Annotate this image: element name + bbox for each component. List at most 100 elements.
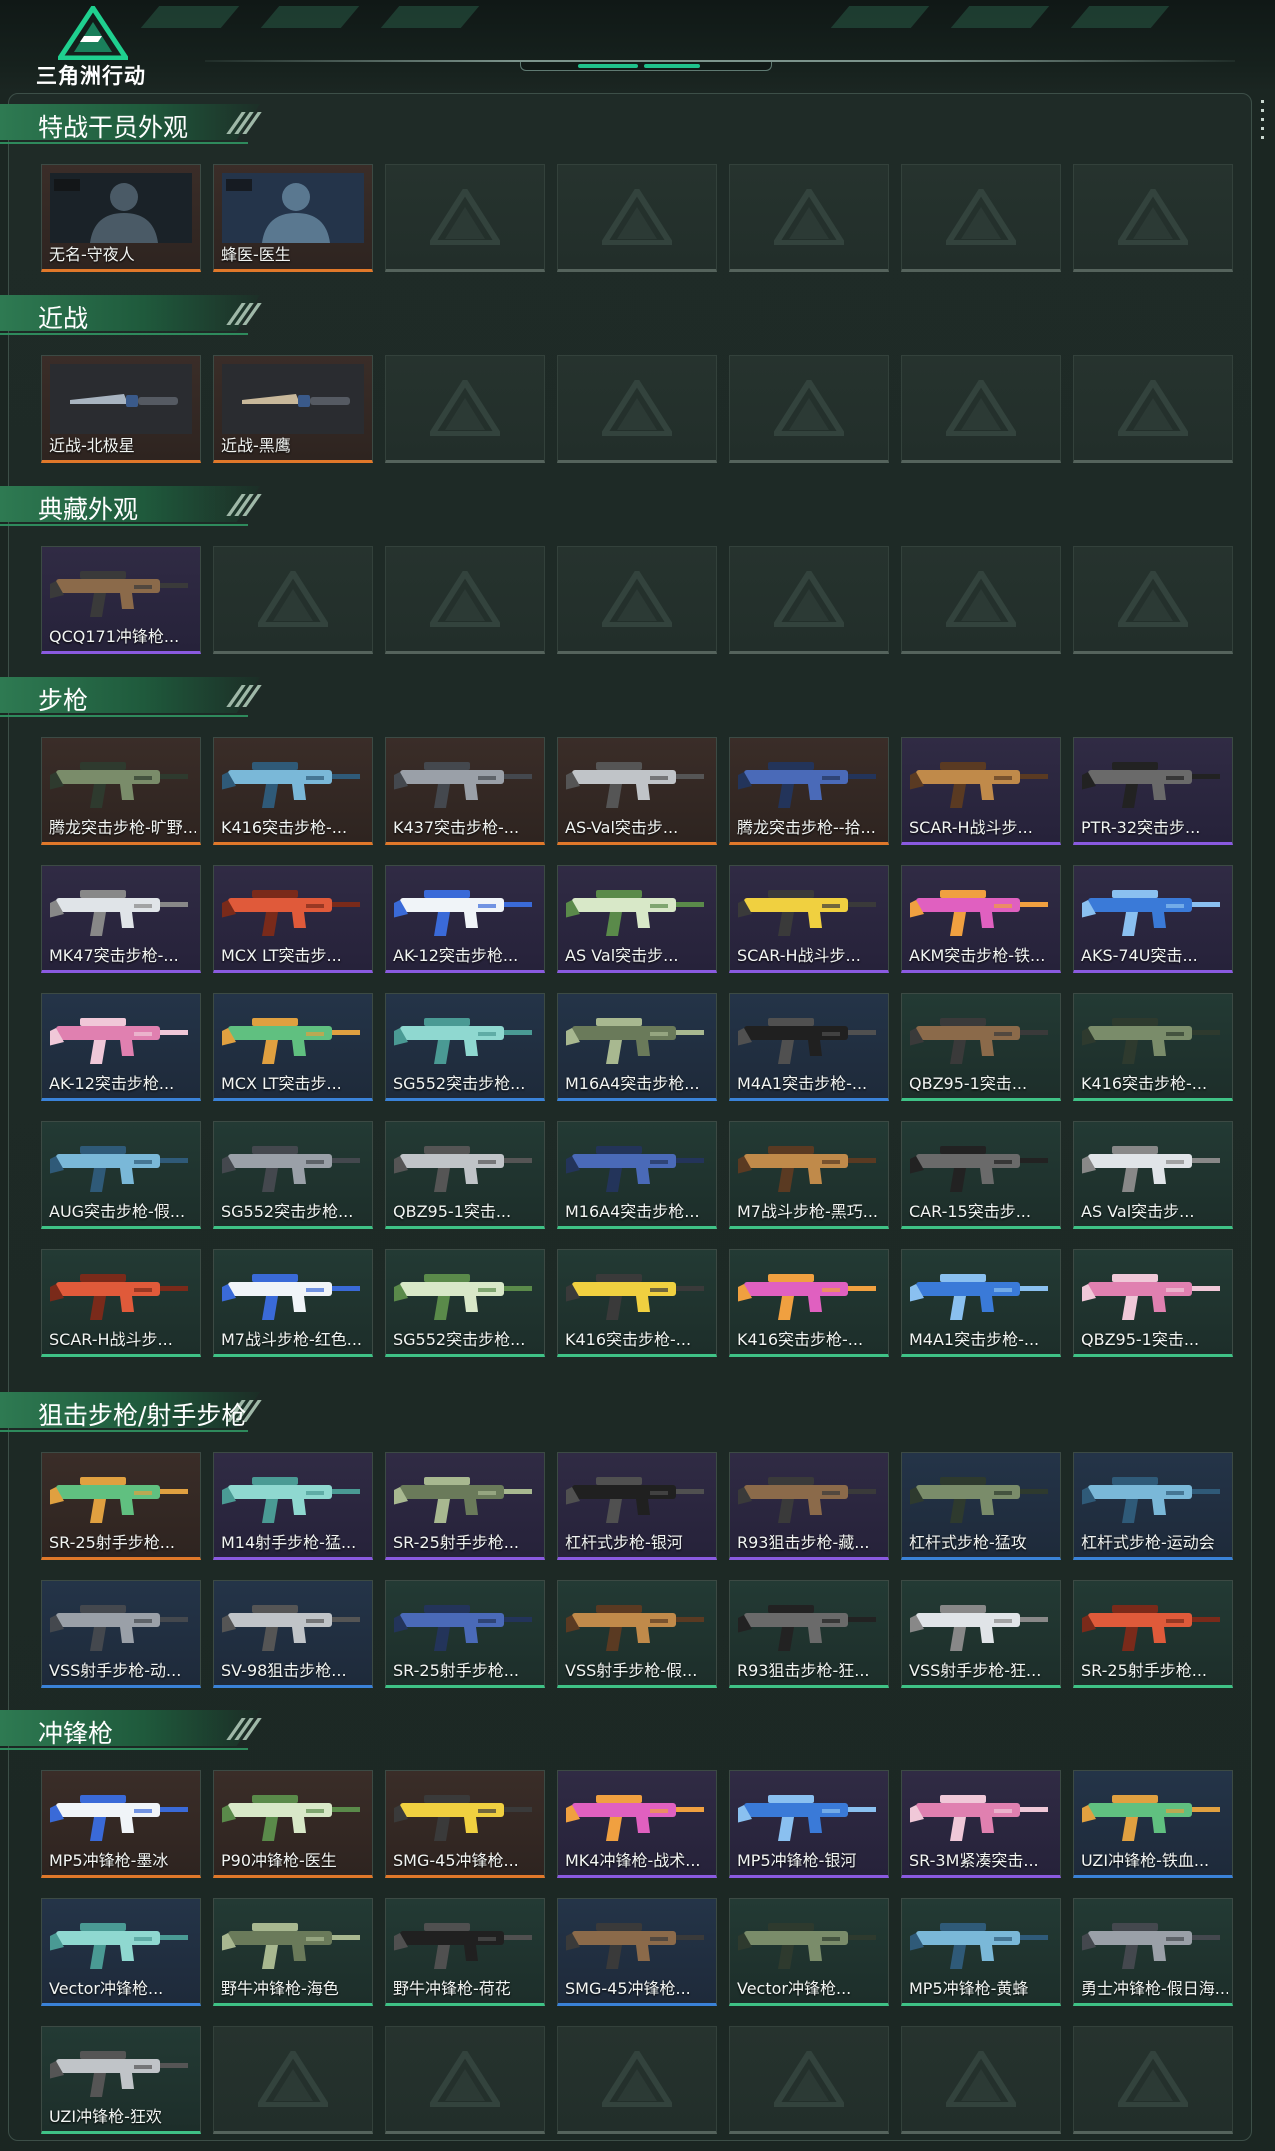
item-card[interactable]: K416突击步枪-... bbox=[1073, 993, 1233, 1101]
section-title: 近战 bbox=[38, 304, 89, 333]
item-card[interactable]: Vector冲锋枪... bbox=[41, 1898, 201, 2006]
item-card[interactable]: M7战斗步枪-黑巧... bbox=[729, 1121, 889, 1229]
weapon-skin-icon bbox=[394, 1146, 532, 1192]
item-card[interactable]: M16A4突击步枪... bbox=[557, 1121, 717, 1229]
item-card[interactable]: MCX LT突击步... bbox=[213, 993, 373, 1101]
item-card[interactable]: SR-3M紧凑突击... bbox=[901, 1770, 1061, 1878]
item-card[interactable]: SG552突击步枪... bbox=[385, 993, 545, 1101]
item-card[interactable]: SG552突击步枪... bbox=[385, 1249, 545, 1357]
item-card[interactable]: QCQ171冲锋枪... bbox=[41, 546, 201, 654]
weapon-skin-icon bbox=[738, 890, 876, 936]
item-card[interactable]: QBZ95-1突击... bbox=[901, 993, 1061, 1101]
section-header: 冲锋枪 bbox=[0, 1710, 280, 1752]
weapon-skin-icon bbox=[222, 1146, 360, 1192]
item-card[interactable]: 近战-北极星 bbox=[41, 355, 201, 463]
item-card[interactable]: P90冲锋枪-医生 bbox=[213, 1770, 373, 1878]
item-card[interactable]: AK-12突击步枪... bbox=[41, 993, 201, 1101]
item-card[interactable]: SCAR-H战斗步... bbox=[901, 737, 1061, 845]
item-card[interactable]: SR-25射手步枪... bbox=[1073, 1580, 1233, 1688]
item-card[interactable]: M4A1突击步枪-... bbox=[901, 1249, 1061, 1357]
empty-slot-logo-icon bbox=[430, 380, 500, 436]
empty-slot-logo-icon bbox=[602, 189, 672, 245]
item-card[interactable]: 野牛冲锋枪-海色 bbox=[213, 1898, 373, 2006]
item-card[interactable]: AK-12突击步枪... bbox=[385, 865, 545, 973]
item-card[interactable]: SR-25射手步枪... bbox=[41, 1452, 201, 1560]
empty-slot-logo-icon bbox=[946, 571, 1016, 627]
item-card[interactable]: R93狙击步枪-藏... bbox=[729, 1452, 889, 1560]
item-label: M4A1突击步枪-... bbox=[737, 1074, 868, 1093]
item-card[interactable]: AKM突击步枪-铁... bbox=[901, 865, 1061, 973]
item-card[interactable]: R93狙击步枪-狂... bbox=[729, 1580, 889, 1688]
item-card[interactable]: M7战斗步枪-红色... bbox=[213, 1249, 373, 1357]
item-card[interactable]: SCAR-H战斗步... bbox=[729, 865, 889, 973]
item-label: K416突击步枪-... bbox=[221, 818, 348, 837]
item-card[interactable]: VSS射手步枪-动... bbox=[41, 1580, 201, 1688]
banner-stripe bbox=[140, 6, 240, 28]
item-card[interactable]: M16A4突击步枪... bbox=[557, 993, 717, 1101]
weapon-skin-icon bbox=[738, 1605, 876, 1651]
item-card[interactable]: 蜂医-医生 bbox=[213, 164, 373, 272]
weapon-skin-icon bbox=[394, 762, 532, 808]
item-card[interactable]: K416突击步枪-... bbox=[729, 1249, 889, 1357]
item-card[interactable]: SMG-45冲锋枪... bbox=[385, 1770, 545, 1878]
item-label: VSS射手步枪-狂... bbox=[909, 1661, 1042, 1680]
item-card[interactable]: 腾龙突击步枪--拾... bbox=[729, 737, 889, 845]
item-card[interactable]: 杠杆式步枪-银河 bbox=[557, 1452, 717, 1560]
scroll-dots-icon[interactable] bbox=[1261, 100, 1265, 148]
item-card[interactable]: UZI冲锋枪-铁血... bbox=[1073, 1770, 1233, 1878]
item-card[interactable]: AKS-74U突击... bbox=[1073, 865, 1233, 973]
item-card[interactable]: 无名-守夜人 bbox=[41, 164, 201, 272]
item-card[interactable]: M4A1突击步枪-... bbox=[729, 993, 889, 1101]
item-card[interactable]: AS Val突击步... bbox=[1073, 1121, 1233, 1229]
empty-slot-logo-icon bbox=[946, 2051, 1016, 2107]
item-label: SG552突击步枪... bbox=[393, 1074, 526, 1093]
weapon-skin-icon bbox=[222, 1274, 360, 1320]
item-card[interactable]: SV-98狙击步枪... bbox=[213, 1580, 373, 1688]
weapon-skin-icon bbox=[566, 762, 704, 808]
item-card[interactable]: M14射手步枪-猛... bbox=[213, 1452, 373, 1560]
item-label: MK4冲锋枪-战术... bbox=[565, 1851, 701, 1870]
weapon-skin-icon bbox=[394, 1923, 532, 1969]
item-card[interactable]: CAR-15突击步... bbox=[901, 1121, 1061, 1229]
item-card[interactable]: SR-25射手步枪... bbox=[385, 1452, 545, 1560]
item-card[interactable]: SR-25射手步枪... bbox=[385, 1580, 545, 1688]
item-card[interactable]: AS Val突击步... bbox=[557, 865, 717, 973]
item-card[interactable]: 杠杆式步枪-运动会 bbox=[1073, 1452, 1233, 1560]
empty-slot bbox=[901, 2026, 1061, 2134]
item-card[interactable]: MP5冲锋枪-银河 bbox=[729, 1770, 889, 1878]
item-card[interactable]: MP5冲锋枪-黄蜂 bbox=[901, 1898, 1061, 2006]
item-card[interactable]: K416突击步枪-... bbox=[213, 737, 373, 845]
weapon-skin-icon bbox=[222, 1605, 360, 1651]
item-card[interactable]: UZI冲锋枪-狂欢 bbox=[41, 2026, 201, 2134]
empty-slot bbox=[385, 546, 545, 654]
inventory-page: 三角洲行动 特战干员外观 无名-守夜人 蜂医-医生 近战 近战-北极星 近战-黑… bbox=[0, 0, 1275, 2151]
item-card[interactable]: MK4冲锋枪-战术... bbox=[557, 1770, 717, 1878]
item-card[interactable]: 腾龙突击步枪-旷野... bbox=[41, 737, 201, 845]
item-card[interactable]: VSS射手步枪-假... bbox=[557, 1580, 717, 1688]
item-card[interactable]: SG552突击步枪... bbox=[213, 1121, 373, 1229]
item-card[interactable]: 野牛冲锋枪-荷花 bbox=[385, 1898, 545, 2006]
item-card[interactable]: 近战-黑鹰 bbox=[213, 355, 373, 463]
item-card[interactable]: 勇士冲锋枪-假日海... bbox=[1073, 1898, 1233, 2006]
item-card[interactable]: QBZ95-1突击... bbox=[385, 1121, 545, 1229]
item-card[interactable]: SMG-45冲锋枪... bbox=[557, 1898, 717, 2006]
item-card[interactable]: 杠杆式步枪-猛攻 bbox=[901, 1452, 1061, 1560]
item-card[interactable]: MK47突击步枪-... bbox=[41, 865, 201, 973]
item-card[interactable]: K437突击步枪-... bbox=[385, 737, 545, 845]
item-card[interactable]: QBZ95-1突击... bbox=[1073, 1249, 1233, 1357]
item-card[interactable]: SCAR-H战斗步... bbox=[41, 1249, 201, 1357]
item-card[interactable]: PTR-32突击步... bbox=[1073, 737, 1233, 845]
weapon-skin-icon bbox=[50, 1274, 188, 1320]
item-card[interactable]: MCX LT突击步... bbox=[213, 865, 373, 973]
item-card[interactable]: AS-Val突击步... bbox=[557, 737, 717, 845]
item-card[interactable]: AUG突击步枪-假... bbox=[41, 1121, 201, 1229]
item-label: MCX LT突击步... bbox=[221, 1074, 342, 1093]
empty-slot-logo-icon bbox=[430, 189, 500, 245]
empty-slot bbox=[1073, 164, 1233, 272]
item-card[interactable]: K416突击步枪-... bbox=[557, 1249, 717, 1357]
item-card[interactable]: VSS射手步枪-狂... bbox=[901, 1580, 1061, 1688]
item-card[interactable]: MP5冲锋枪-墨冰 bbox=[41, 1770, 201, 1878]
item-card[interactable]: Vector冲锋枪... bbox=[729, 1898, 889, 2006]
weapon-skin-icon bbox=[222, 1477, 360, 1523]
weapon-skin-icon bbox=[566, 1605, 704, 1651]
